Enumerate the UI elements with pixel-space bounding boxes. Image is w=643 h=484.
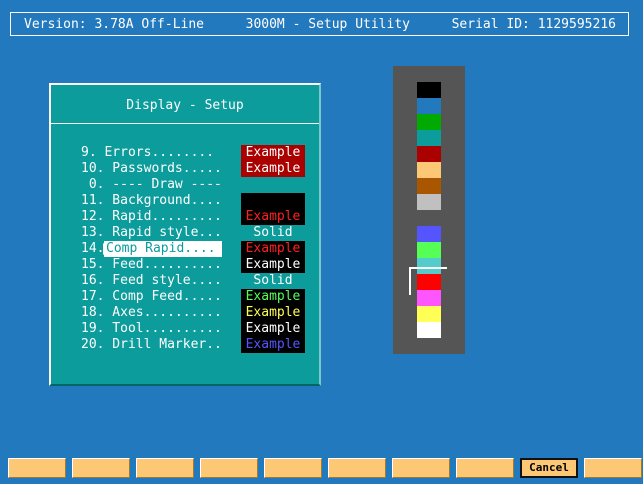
function-key-button[interactable] <box>392 458 450 478</box>
function-key-button[interactable] <box>584 458 642 478</box>
function-key-button[interactable] <box>8 458 66 478</box>
dialog-title: Display - Setup <box>126 98 244 113</box>
setting-row[interactable]: 12. Rapid......... Example <box>51 209 319 225</box>
setting-label: 20. Drill Marker.. <box>81 337 222 352</box>
palette-swatch[interactable] <box>417 130 441 146</box>
setting-label: 16. Feed style.... <box>81 273 222 288</box>
setting-row[interactable]: 19. Tool.......... Example <box>51 321 319 337</box>
function-key-button[interactable] <box>328 458 386 478</box>
function-key-button[interactable] <box>72 458 130 478</box>
setting-row[interactable]: 10. Passwords..... Example <box>51 161 319 177</box>
palette-swatch[interactable] <box>417 226 441 242</box>
setting-label: 19. Tool.......... <box>81 321 222 336</box>
palette-swatch[interactable] <box>417 98 441 114</box>
setting-label: 11. Background.... <box>81 193 222 208</box>
function-key-button[interactable] <box>200 458 258 478</box>
color-example[interactable]: Example <box>241 257 305 273</box>
function-key-button[interactable] <box>264 458 322 478</box>
setting-row[interactable]: 0. ---- Draw ---- <box>51 177 319 193</box>
palette-swatch[interactable] <box>417 306 441 322</box>
setting-row[interactable]: 18. Axes.......... Example <box>51 305 319 321</box>
app-title: 3000M - Setup Utility <box>245 16 410 32</box>
setting-row[interactable]: 11. Background.... <box>51 193 319 209</box>
palette-swatch[interactable] <box>417 194 441 210</box>
setting-label: 13. Rapid style... <box>81 225 222 240</box>
color-example[interactable]: Example <box>241 145 305 161</box>
palette-cursor <box>409 267 447 295</box>
setting-row[interactable]: 17. Comp Feed..... Example <box>51 289 319 305</box>
setting-label: 15. Feed.......... <box>81 257 222 272</box>
function-key-bar: Cancel <box>8 458 642 478</box>
setting-row[interactable]: 16. Feed style.... Solid <box>51 273 319 289</box>
color-example[interactable]: Example <box>241 321 305 337</box>
setting-label: 9. Errors........ <box>81 145 215 160</box>
setting-row[interactable]: 13. Rapid style... Solid <box>51 225 319 241</box>
palette-swatch[interactable] <box>417 322 441 338</box>
palette-swatch[interactable] <box>417 146 441 162</box>
color-example[interactable] <box>241 193 305 209</box>
function-key-button[interactable] <box>136 458 194 478</box>
color-example[interactable]: Example <box>241 209 305 225</box>
palette-swatch[interactable] <box>417 162 441 178</box>
setting-label: 0. ---- Draw ---- <box>81 177 222 192</box>
color-example[interactable]: Solid <box>241 273 305 289</box>
color-example[interactable]: Example <box>241 305 305 321</box>
setting-label: 18. Axes.......... <box>81 305 222 320</box>
color-example[interactable]: Solid <box>241 225 305 241</box>
setting-number: 14. <box>81 241 105 256</box>
setting-label: 10. Passwords..... <box>81 161 222 176</box>
palette-swatch[interactable] <box>417 242 441 258</box>
version-text: Version: 3.78A Off-Line <box>24 16 205 32</box>
palette-swatch[interactable] <box>417 114 441 130</box>
setting-label: 17. Comp Feed..... <box>81 289 222 304</box>
cancel-button[interactable]: Cancel <box>520 458 578 478</box>
function-key-button[interactable] <box>456 458 514 478</box>
serial-id: Serial ID: 1129595216 <box>451 16 616 32</box>
color-example[interactable]: Example <box>241 161 305 177</box>
setting-row[interactable]: 15. Feed.......... Example <box>51 257 319 273</box>
palette-swatch[interactable] <box>417 82 441 98</box>
setting-label: 12. Rapid......... <box>81 209 222 224</box>
setting-row[interactable]: 20. Drill Marker.. Example <box>51 337 319 353</box>
color-example[interactable]: Example <box>241 289 305 305</box>
setting-row[interactable]: 14. Comp Rapid.... Example <box>51 241 319 257</box>
palette-swatch[interactable] <box>417 210 441 226</box>
color-palette <box>393 66 465 354</box>
setting-label: Comp Rapid.... <box>104 241 222 257</box>
color-example[interactable]: Example <box>241 241 305 257</box>
title-bar: Version: 3.78A Off-Line 3000M - Setup Ut… <box>10 12 629 36</box>
color-example[interactable]: Example <box>241 337 305 353</box>
palette-swatch[interactable] <box>417 178 441 194</box>
dialog-divider <box>51 123 319 124</box>
display-setup-dialog: Display - Setup 9. Errors........ Example… <box>49 83 321 386</box>
setting-row[interactable]: 9. Errors........ Example <box>51 145 319 161</box>
